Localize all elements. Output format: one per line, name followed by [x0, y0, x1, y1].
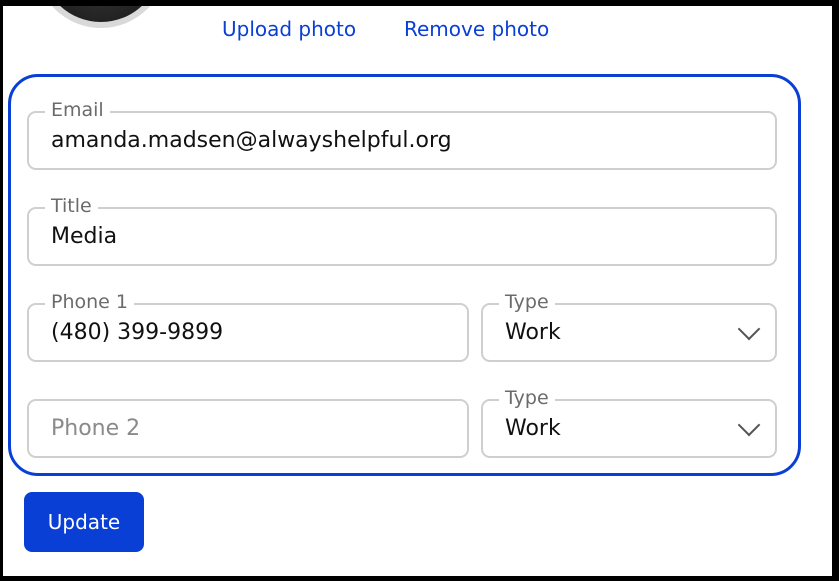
title-value: Media	[51, 224, 118, 249]
chevron-down-icon	[737, 317, 761, 340]
phone1-field[interactable]: Phone 1 (480) 399-9899	[27, 290, 469, 362]
chevron-down-icon	[737, 413, 761, 436]
phone2-placeholder: Phone 2	[51, 416, 141, 441]
upload-photo-link[interactable]: Upload photo	[222, 17, 356, 41]
email-field[interactable]: Email amanda.madsen@alwayshelpful.org	[27, 98, 777, 170]
remove-photo-link[interactable]: Remove photo	[404, 17, 549, 41]
avatar	[35, 6, 167, 28]
title-field[interactable]: Title Media	[27, 194, 777, 266]
profile-edit-panel: Upload photo Remove photo Email amanda.m…	[3, 6, 832, 576]
phone2-field[interactable]: Phone 2	[27, 399, 469, 458]
phone1-type-value: Work	[505, 320, 561, 345]
phone2-type-value: Work	[505, 416, 561, 441]
phone2-type-select[interactable]: Type Work	[481, 386, 777, 458]
email-value: amanda.madsen@alwayshelpful.org	[51, 128, 452, 153]
phone1-value: (480) 399-9899	[51, 320, 224, 345]
update-button[interactable]: Update	[24, 492, 144, 552]
contact-form-group: Email amanda.madsen@alwayshelpful.org Ti…	[8, 74, 801, 476]
phone1-type-select[interactable]: Type Work	[481, 290, 777, 362]
window-frame: Upload photo Remove photo Email amanda.m…	[0, 0, 839, 581]
